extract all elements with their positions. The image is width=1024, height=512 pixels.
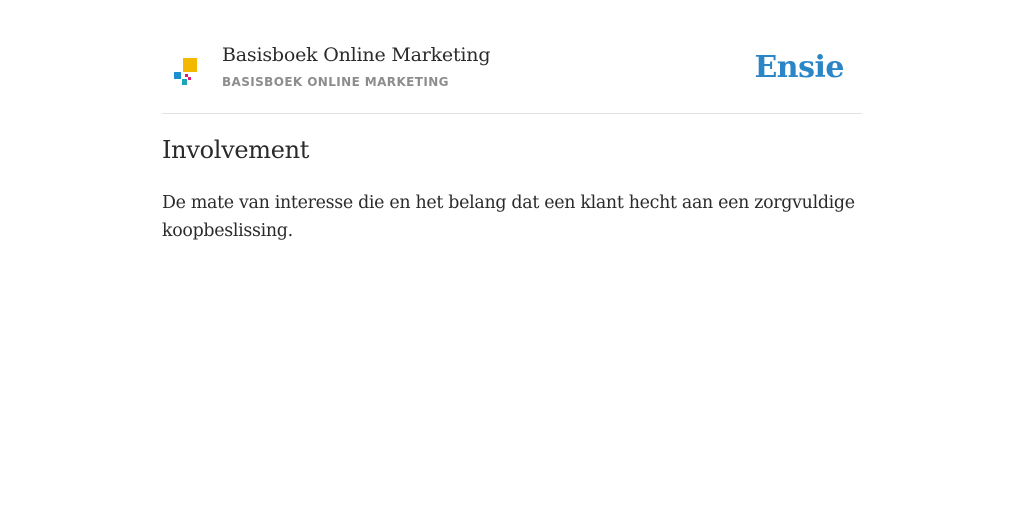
content-container: Basisboek Online Marketing BASISBOEK ONL… <box>162 0 862 241</box>
book-title[interactable]: Basisboek Online Marketing <box>222 44 490 66</box>
header: Basisboek Online Marketing BASISBOEK ONL… <box>162 0 862 114</box>
book-subtitle: BASISBOEK ONLINE MARKETING <box>222 75 449 89</box>
page: Basisboek Online Marketing BASISBOEK ONL… <box>0 0 1024 512</box>
term-definition: De mate van interesse die en het belang … <box>162 193 855 241</box>
book-logo-icon[interactable] <box>174 58 198 86</box>
brand-logo[interactable]: Ensie <box>754 50 844 85</box>
term-title: Involvement <box>162 136 310 164</box>
